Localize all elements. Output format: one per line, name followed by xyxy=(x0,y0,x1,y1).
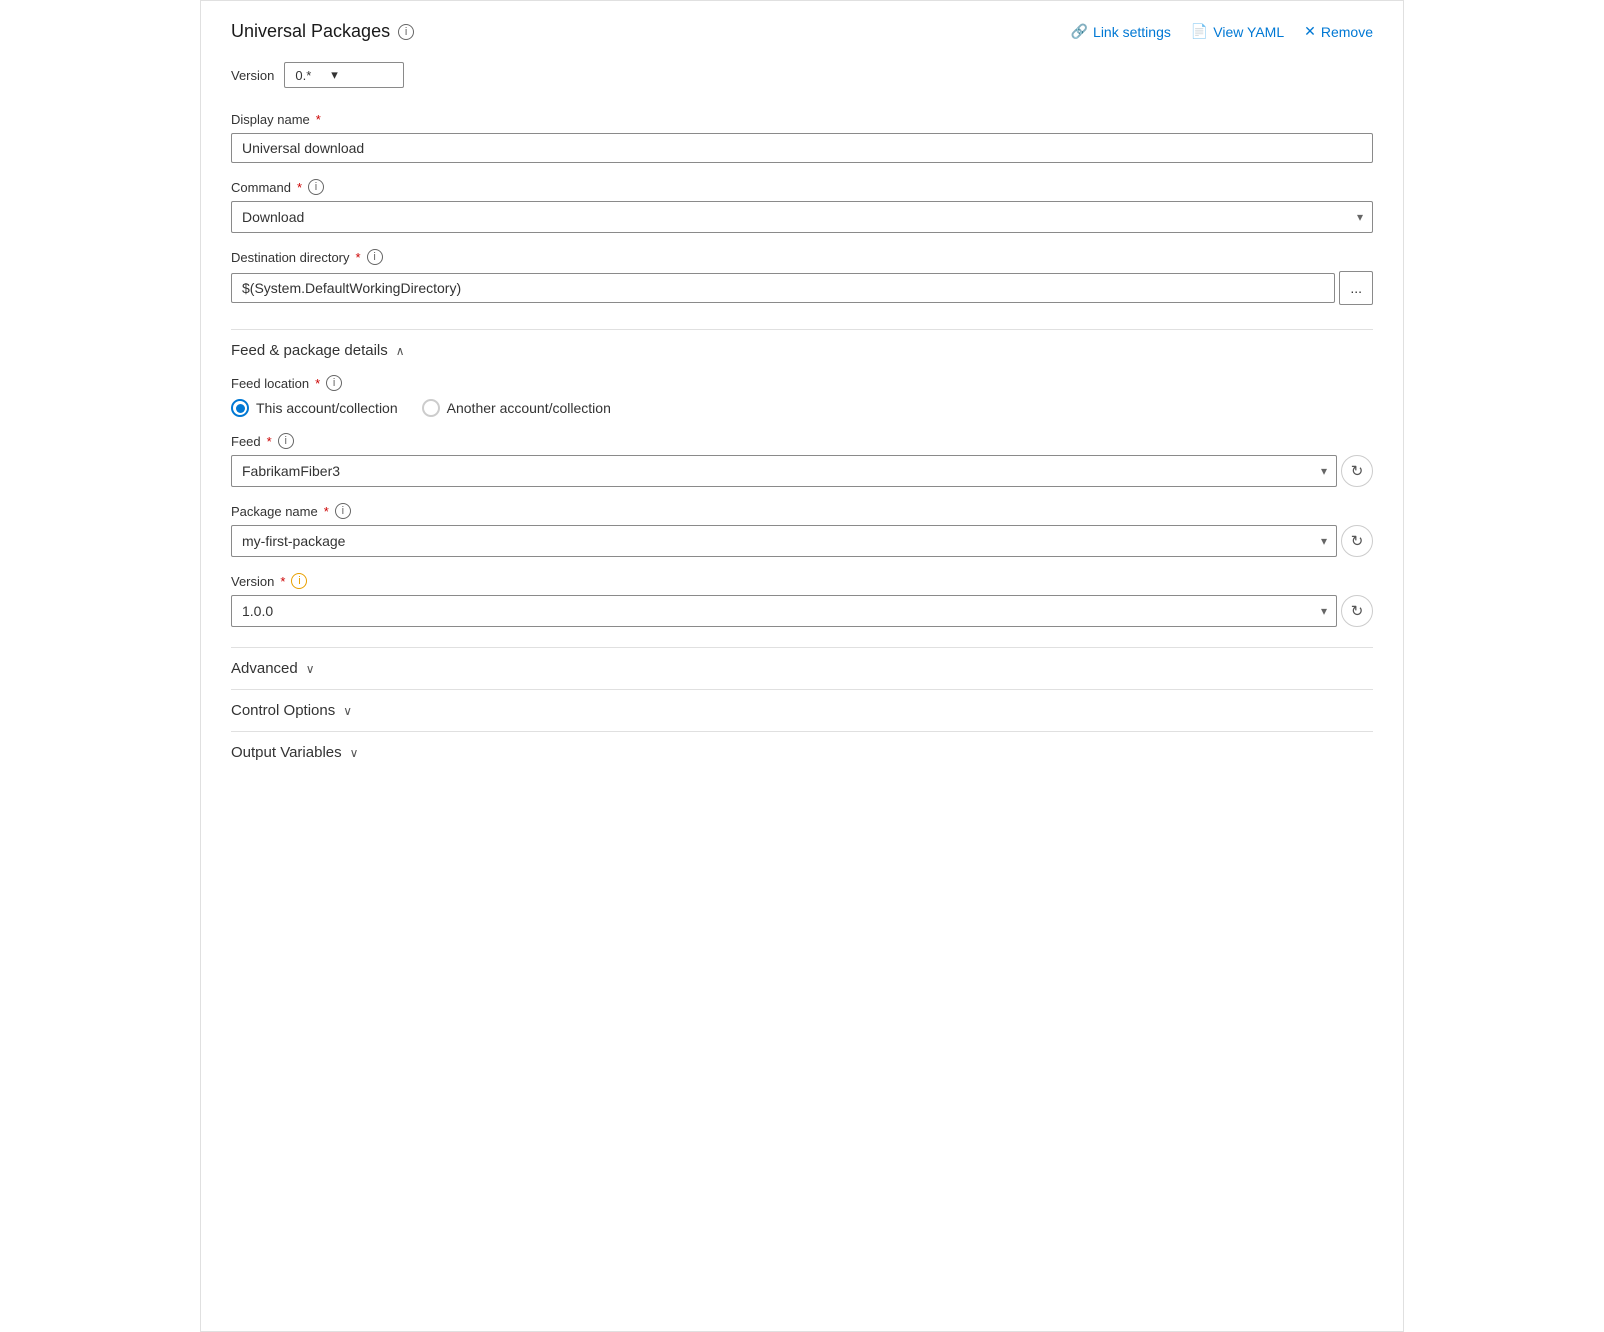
display-name-group: Display name * xyxy=(231,112,1373,163)
package-version-info-icon[interactable]: i xyxy=(291,573,307,589)
feed-location-info-icon[interactable]: i xyxy=(326,375,342,391)
link-settings-button[interactable]: 🔗 Link settings xyxy=(1071,23,1171,40)
remove-label: Remove xyxy=(1321,24,1373,40)
package-version-select-row: 1.0.0 ▾ ↻ xyxy=(231,595,1373,627)
command-select-wrapper: Download Publish ▾ xyxy=(231,201,1373,233)
feed-package-chevron-icon: ∧ xyxy=(396,344,405,358)
yaml-icon: 📄 xyxy=(1191,23,1208,40)
link-icon: 🔗 xyxy=(1071,23,1088,40)
feed-location-radio-group: This account/collection Another account/… xyxy=(231,399,1373,417)
version-row: Version 0.* ▾ xyxy=(231,62,1373,88)
feed-package-title: Feed & package details xyxy=(231,342,388,359)
radio-another-account-label: Another account/collection xyxy=(447,400,611,416)
command-required: * xyxy=(297,180,302,195)
command-group: Command * i Download Publish ▾ xyxy=(231,179,1373,233)
package-version-select[interactable]: 1.0.0 xyxy=(231,595,1337,627)
feed-package-section: Feed & package details ∧ Feed location *… xyxy=(231,321,1373,647)
header: Universal Packages i 🔗 Link settings 📄 V… xyxy=(231,21,1373,42)
destination-ellipsis-button[interactable]: ... xyxy=(1339,271,1373,305)
output-variables-label: Output Variables xyxy=(231,744,342,761)
package-version-select-wrapper: 1.0.0 ▾ xyxy=(231,595,1337,627)
package-name-group: Package name * i my-first-package ▾ ↻ xyxy=(231,503,1373,557)
package-name-select[interactable]: my-first-package xyxy=(231,525,1337,557)
package-version-refresh-button[interactable]: ↻ xyxy=(1341,595,1373,627)
feed-refresh-button[interactable]: ↻ xyxy=(1341,455,1373,487)
display-name-required: * xyxy=(316,112,321,127)
package-name-label: Package name * i xyxy=(231,503,1373,519)
view-yaml-button[interactable]: 📄 View YAML xyxy=(1191,23,1284,40)
package-version-group: Version * i 1.0.0 ▾ ↻ xyxy=(231,573,1373,627)
destination-input-wrapper xyxy=(231,273,1335,303)
feed-location-required: * xyxy=(315,376,320,391)
feed-package-header[interactable]: Feed & package details ∧ xyxy=(231,329,1373,359)
radio-this-account-circle xyxy=(231,399,249,417)
advanced-chevron-icon: ∨ xyxy=(306,662,315,676)
output-variables-chevron-icon: ∨ xyxy=(350,746,359,760)
feed-location-group: Feed location * i This account/collectio… xyxy=(231,375,1373,417)
feed-label: Feed * i xyxy=(231,433,1373,449)
feed-select-row: FabrikamFiber3 ▾ ↻ xyxy=(231,455,1373,487)
package-name-refresh-button[interactable]: ↻ xyxy=(1341,525,1373,557)
control-options-section-header[interactable]: Control Options ∨ xyxy=(231,689,1373,731)
feed-select[interactable]: FabrikamFiber3 xyxy=(231,455,1337,487)
advanced-label: Advanced xyxy=(231,660,298,677)
main-container: Universal Packages i 🔗 Link settings 📄 V… xyxy=(200,0,1404,1332)
feed-info-icon[interactable]: i xyxy=(278,433,294,449)
radio-another-account[interactable]: Another account/collection xyxy=(422,399,611,417)
feed-group: Feed * i FabrikamFiber3 ▾ ↻ xyxy=(231,433,1373,487)
display-name-input[interactable] xyxy=(231,133,1373,163)
radio-another-account-circle xyxy=(422,399,440,417)
package-version-label: Version * i xyxy=(231,573,1373,589)
display-name-label: Display name * xyxy=(231,112,1373,127)
control-options-label: Control Options xyxy=(231,702,335,719)
header-left: Universal Packages i xyxy=(231,21,414,42)
link-settings-label: Link settings xyxy=(1093,24,1171,40)
package-name-info-icon[interactable]: i xyxy=(335,503,351,519)
version-label: Version xyxy=(231,68,274,83)
version-select[interactable]: 0.* ▾ xyxy=(284,62,404,88)
destination-directory-group: Destination directory * i ... xyxy=(231,249,1373,305)
destination-info-icon[interactable]: i xyxy=(367,249,383,265)
output-variables-section-header[interactable]: Output Variables ∨ xyxy=(231,731,1373,773)
destination-row: ... xyxy=(231,271,1373,305)
destination-directory-input[interactable] xyxy=(231,273,1335,303)
command-label: Command * i xyxy=(231,179,1373,195)
page-title: Universal Packages xyxy=(231,21,390,42)
close-icon: ✕ xyxy=(1304,23,1316,40)
view-yaml-label: View YAML xyxy=(1213,24,1284,40)
advanced-section-header[interactable]: Advanced ∨ xyxy=(231,647,1373,689)
command-info-icon[interactable]: i xyxy=(308,179,324,195)
package-name-select-wrapper: my-first-package ▾ xyxy=(231,525,1337,557)
package-version-required: * xyxy=(280,574,285,589)
destination-directory-label: Destination directory * i xyxy=(231,249,1373,265)
remove-button[interactable]: ✕ Remove xyxy=(1304,23,1373,40)
radio-this-account[interactable]: This account/collection xyxy=(231,399,398,417)
package-name-select-row: my-first-package ▾ ↻ xyxy=(231,525,1373,557)
radio-this-account-label: This account/collection xyxy=(256,400,398,416)
header-actions: 🔗 Link settings 📄 View YAML ✕ Remove xyxy=(1071,23,1373,40)
command-select[interactable]: Download Publish xyxy=(231,201,1373,233)
title-info-icon[interactable]: i xyxy=(398,24,414,40)
version-value: 0.* xyxy=(295,68,311,83)
destination-required: * xyxy=(356,250,361,265)
package-name-required: * xyxy=(324,504,329,519)
feed-required: * xyxy=(267,434,272,449)
version-chevron-icon: ▾ xyxy=(331,67,338,83)
feed-location-label: Feed location * i xyxy=(231,375,1373,391)
control-options-chevron-icon: ∨ xyxy=(343,704,352,718)
feed-select-wrapper: FabrikamFiber3 ▾ xyxy=(231,455,1337,487)
